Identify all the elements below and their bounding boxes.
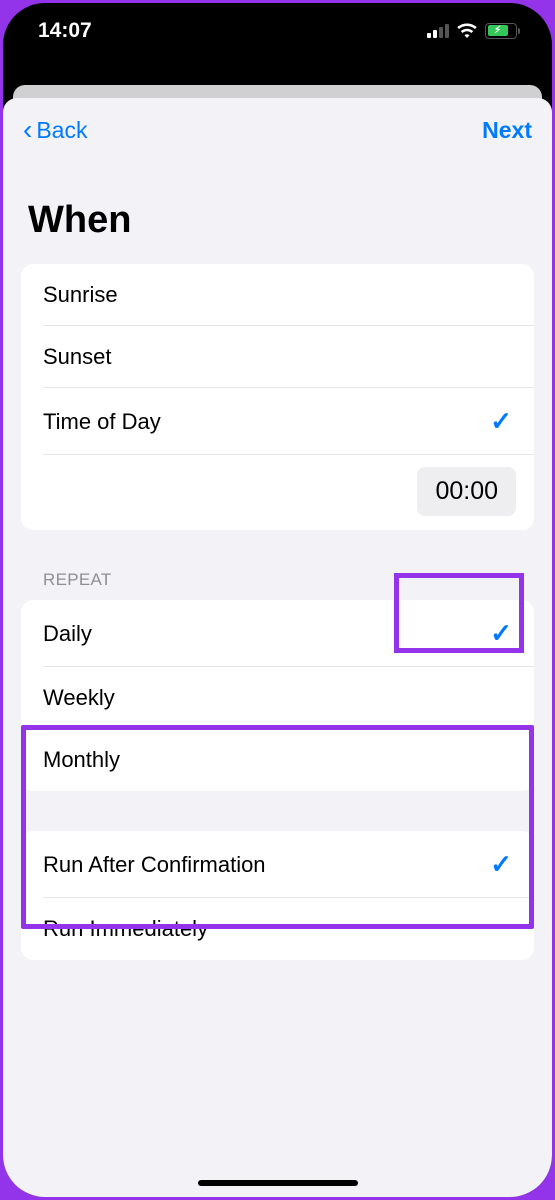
- option-label: Weekly: [43, 685, 115, 711]
- time-picker-row: 00:00: [21, 455, 534, 530]
- device-frame: 14:07 ⚡︎ ‹ Back Next When Sunrise: [3, 3, 552, 1197]
- option-daily[interactable]: Daily ✓: [21, 600, 534, 667]
- option-label: Time of Day: [43, 409, 161, 435]
- modal-sheet: ‹ Back Next When Sunrise Sunset Time of …: [3, 98, 552, 1197]
- option-label: Monthly: [43, 747, 120, 773]
- run-options-group: Run After Confirmation ✓ Run Immediately: [21, 831, 534, 960]
- time-picker[interactable]: 00:00: [417, 467, 516, 516]
- option-time-of-day[interactable]: Time of Day ✓: [21, 388, 534, 455]
- option-label: Run Immediately: [43, 916, 208, 942]
- option-run-after-confirmation[interactable]: Run After Confirmation ✓: [21, 831, 534, 898]
- option-label: Sunset: [43, 344, 112, 370]
- checkmark-icon: ✓: [490, 849, 512, 880]
- nav-bar: ‹ Back Next: [3, 98, 552, 154]
- charging-bolt-icon: ⚡︎: [494, 25, 501, 36]
- status-indicators: ⚡︎: [427, 23, 517, 39]
- status-bar: 14:07 ⚡︎: [3, 3, 552, 58]
- option-label: Run After Confirmation: [43, 852, 266, 878]
- option-monthly[interactable]: Monthly: [21, 729, 534, 791]
- option-sunrise[interactable]: Sunrise: [21, 264, 534, 326]
- status-time: 14:07: [38, 19, 92, 43]
- option-weekly[interactable]: Weekly: [21, 667, 534, 729]
- battery-icon: ⚡︎: [485, 23, 517, 39]
- back-label: Back: [36, 117, 87, 144]
- checkmark-icon: ✓: [490, 406, 512, 437]
- option-sunset[interactable]: Sunset: [21, 326, 534, 388]
- option-label: Daily: [43, 621, 92, 647]
- home-indicator[interactable]: [198, 1180, 358, 1186]
- repeat-section-header: Repeat: [3, 570, 552, 600]
- wifi-icon: [457, 23, 477, 38]
- cellular-signal-icon: [427, 24, 449, 38]
- back-button[interactable]: ‹ Back: [23, 116, 87, 144]
- option-run-immediately[interactable]: Run Immediately: [21, 898, 534, 960]
- when-options-group: Sunrise Sunset Time of Day ✓ 00:00: [21, 264, 534, 530]
- next-button[interactable]: Next: [482, 117, 532, 144]
- page-title: When: [3, 154, 552, 264]
- repeat-options-group: Daily ✓ Weekly Monthly: [21, 600, 534, 791]
- checkmark-icon: ✓: [490, 618, 512, 649]
- chevron-left-icon: ‹: [23, 116, 32, 144]
- option-label: Sunrise: [43, 282, 118, 308]
